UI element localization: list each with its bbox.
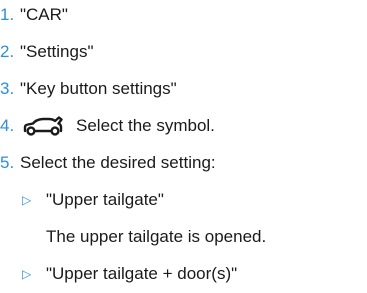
step-5: 5. Select the desired setting: — [0, 148, 216, 178]
car-tailgate-open-icon — [22, 116, 64, 136]
step-number: 5. — [0, 153, 15, 172]
option-upper-tailgate-doors: ▷ "Upper tailgate + door(s)" — [22, 259, 237, 289]
step-text: Select the symbol. — [76, 116, 215, 135]
triangle-bullet-icon: ▷ — [22, 193, 32, 207]
step-text: "Key button settings" — [20, 79, 177, 98]
step-number: 1. — [0, 5, 15, 24]
option-label: "Upper tailgate" — [46, 190, 164, 209]
step-text: "CAR" — [20, 5, 68, 24]
step-text: Select the desired setting: — [20, 153, 216, 172]
step-4: 4. Select the symbol. — [0, 111, 215, 141]
step-number: 3. — [0, 79, 15, 98]
option-description-text: The upper tailgate is opened. — [46, 227, 267, 246]
step-2: 2. "Settings" — [0, 37, 94, 67]
option-upper-tailgate: ▷ "Upper tailgate" — [22, 185, 164, 215]
step-number: 4. — [0, 116, 15, 135]
step-1: 1. "CAR" — [0, 0, 68, 30]
option-label: "Upper tailgate + door(s)" — [46, 264, 238, 283]
triangle-bullet-icon: ▷ — [22, 267, 32, 281]
step-text: "Settings" — [20, 42, 94, 61]
step-3: 3. "Key button settings" — [0, 74, 177, 104]
option-description: The upper tailgate is opened. — [46, 222, 266, 252]
step-number: 2. — [0, 42, 15, 61]
